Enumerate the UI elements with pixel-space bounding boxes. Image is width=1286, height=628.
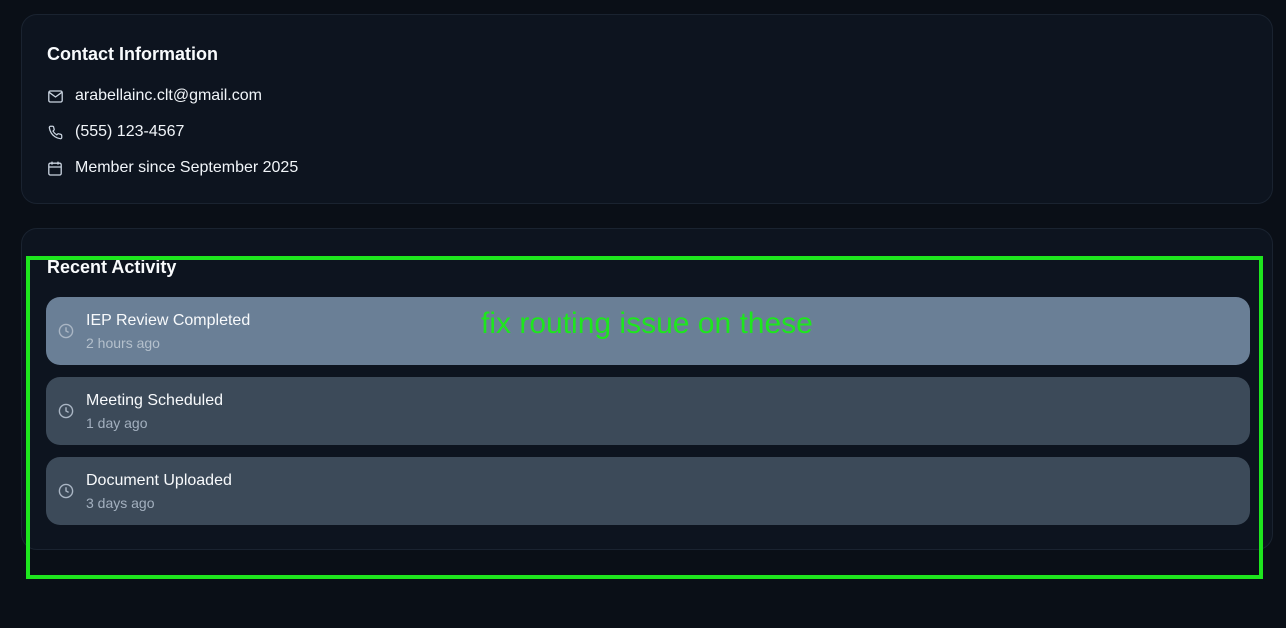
clock-icon [58, 403, 74, 419]
calendar-icon [47, 160, 63, 176]
activity-title: IEP Review Completed [86, 312, 251, 329]
phone-row: (555) 123-4567 [47, 120, 184, 144]
member-since-row: Member since September 2025 [47, 156, 298, 180]
email-row: arabellainc.clt@gmail.com [47, 84, 262, 108]
activity-title: Document Uploaded [86, 472, 232, 489]
mail-icon [47, 88, 63, 104]
clock-icon [58, 483, 74, 499]
email-text: arabellainc.clt@gmail.com [75, 87, 262, 104]
recent-activity-card: Recent Activity IEP Review Completed 2 h… [21, 228, 1273, 550]
activity-item-meeting-scheduled[interactable]: Meeting Scheduled 1 day ago [46, 377, 1250, 445]
member-since-text: Member since September 2025 [75, 159, 299, 176]
activity-item-document-uploaded[interactable]: Document Uploaded 3 days ago [46, 457, 1250, 525]
activity-time: 1 day ago [86, 415, 148, 431]
clock-icon [58, 323, 74, 339]
activity-item-iep-review[interactable]: IEP Review Completed 2 hours ago [46, 297, 1250, 365]
phone-icon [47, 124, 63, 140]
activity-title: Meeting Scheduled [86, 392, 223, 409]
phone-text: (555) 123-4567 [75, 123, 185, 140]
contact-information-title: Contact Information [47, 44, 218, 64]
recent-activity-title: Recent Activity [47, 257, 177, 277]
contact-information-card: Contact Information arabellainc.clt@gmai… [21, 14, 1273, 204]
activity-time: 2 hours ago [86, 335, 160, 351]
activity-time: 3 days ago [86, 495, 155, 511]
